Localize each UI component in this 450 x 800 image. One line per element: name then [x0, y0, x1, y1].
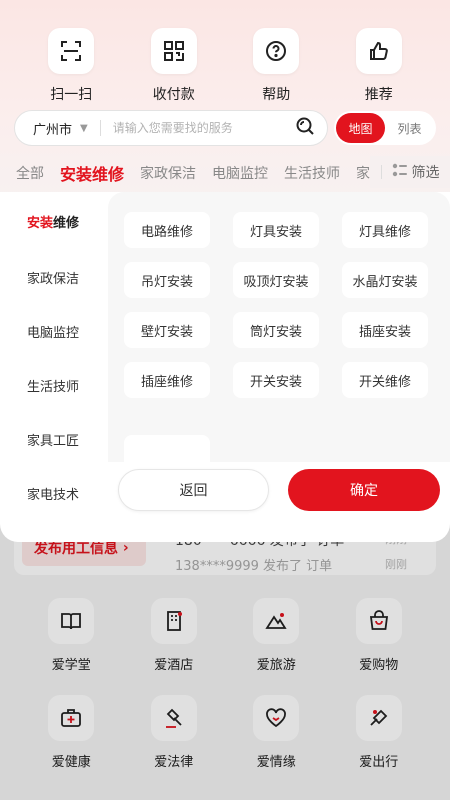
- help-icon: [253, 28, 300, 74]
- thumbs-up-icon: [355, 28, 402, 74]
- subcategory-option[interactable]: 吊灯安装: [124, 262, 210, 298]
- scan-icon: [48, 28, 95, 74]
- subcategory-option[interactable]: 灯具安装: [233, 212, 319, 248]
- qr-code-icon: [150, 28, 197, 74]
- subcategory-option-partial[interactable]: [124, 435, 210, 462]
- tab-all[interactable]: 全部: [16, 163, 44, 183]
- subcategory-option[interactable]: 开关安装: [233, 362, 319, 398]
- quick-action-help[interactable]: 帮助: [231, 28, 321, 108]
- quick-action-label: 收付款: [152, 87, 195, 103]
- filter-button[interactable]: 筛选: [370, 156, 450, 188]
- quick-action-recommend[interactable]: 推荐: [334, 28, 424, 108]
- subcategory-option[interactable]: 插座维修: [124, 362, 210, 398]
- subcategory-option[interactable]: 开关维修: [342, 362, 428, 398]
- tab-computer-monitoring[interactable]: 电脑监控: [212, 163, 268, 183]
- category-label: 维修: [53, 215, 80, 231]
- category-item-install-repair[interactable]: 安装 维修: [0, 192, 108, 250]
- map-view-button[interactable]: 地图: [336, 113, 385, 143]
- view-toggle: 地图 列表: [334, 111, 436, 145]
- tab-furniture[interactable]: 家: [356, 163, 370, 183]
- category-label-highlight: 安装: [27, 215, 54, 231]
- subcategory-option[interactable]: 插座安装: [342, 312, 428, 348]
- tab-housekeeping[interactable]: 家政保洁: [140, 163, 196, 183]
- subcategory-option[interactable]: 壁灯安装: [124, 312, 210, 348]
- subcategory-option[interactable]: 筒灯安装: [233, 312, 319, 348]
- city-selector[interactable]: 广州市: [33, 119, 72, 138]
- quick-action-payment[interactable]: 收付款: [129, 28, 219, 108]
- quick-actions: 扫一扫 收付款 帮助 推荐: [0, 28, 450, 108]
- filter-icon: [392, 163, 408, 181]
- quick-action-scan[interactable]: 扫一扫: [26, 28, 116, 108]
- tab-install-repair[interactable]: 安装维修: [60, 161, 124, 185]
- back-button[interactable]: 返回: [118, 469, 269, 511]
- search-bar: 广州市 ▼: [14, 110, 328, 146]
- subcategory-option[interactable]: 电路维修: [124, 212, 210, 248]
- divider: [99, 120, 101, 136]
- search-icon[interactable]: [295, 116, 315, 140]
- list-view-button[interactable]: 列表: [385, 113, 434, 143]
- subcategory-option[interactable]: 水晶灯安装: [342, 262, 428, 298]
- chevron-down-icon[interactable]: ▼: [80, 123, 88, 134]
- subcategory-option[interactable]: 灯具维修: [342, 212, 428, 248]
- category-panel: 电路维修 灯具安装 灯具维修 吊灯安装 吸顶灯安装 水晶灯安装 壁灯安装 筒灯安…: [0, 192, 450, 542]
- quick-action-label: 帮助: [262, 87, 291, 103]
- confirm-button[interactable]: 确定: [288, 469, 440, 511]
- category-item-housekeeping[interactable]: 家政保洁: [0, 250, 108, 304]
- filter-label: 筛选: [411, 165, 440, 181]
- divider: [380, 165, 382, 179]
- subcategory-panel: 电路维修 灯具安装 灯具维修 吊灯安装 吸顶灯安装 水晶灯安装 壁灯安装 筒灯安…: [108, 192, 450, 462]
- quick-action-label: 推荐: [364, 87, 393, 103]
- search-input[interactable]: [112, 121, 295, 135]
- subcategory-grid: 电路维修 灯具安装 灯具维修 吊灯安装 吸顶灯安装 水晶灯安装 壁灯安装 筒灯安…: [124, 212, 428, 398]
- subcategory-option[interactable]: 吸顶灯安装: [233, 262, 319, 298]
- tab-life-technician[interactable]: 生活技师: [284, 163, 340, 183]
- category-item-computer-monitoring[interactable]: 电脑监控: [0, 304, 108, 358]
- quick-action-label: 扫一扫: [50, 87, 93, 103]
- category-sidebar: 安装 维修 家政保洁 电脑监控 生活技师 家具工匠 家电技术: [0, 192, 108, 542]
- category-item-life-technician[interactable]: 生活技师: [0, 358, 108, 412]
- category-item-furniture[interactable]: 家具工匠: [0, 412, 108, 466]
- category-item-appliance[interactable]: 家电技术: [0, 466, 108, 520]
